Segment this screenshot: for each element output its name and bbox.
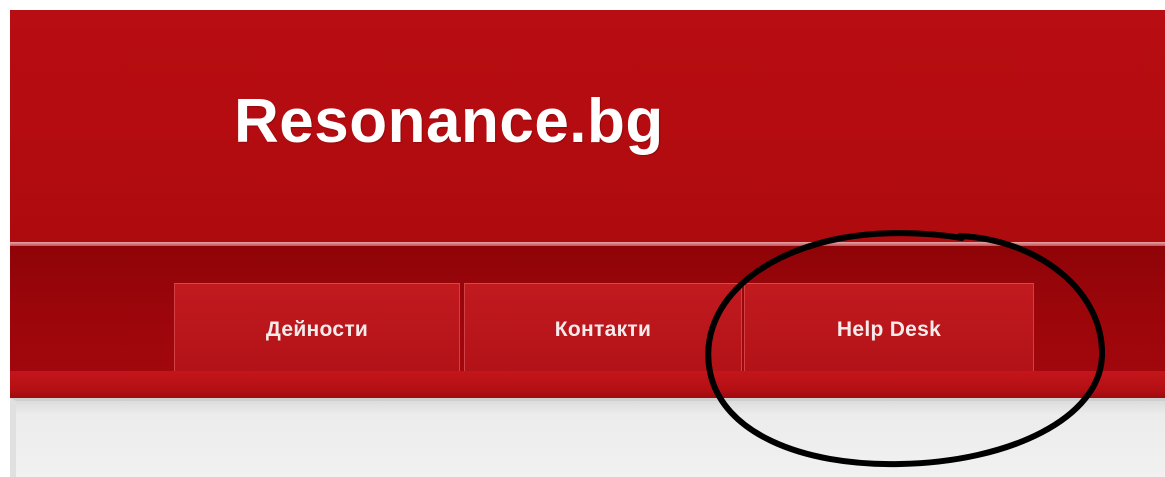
site-header: Resonance.bg <box>10 10 1165 242</box>
content-area <box>10 398 1165 477</box>
nav-tab-label: Контакти <box>554 317 652 341</box>
browser-viewport: Resonance.bg Дейности Контакти Help Desk <box>0 0 1165 477</box>
site-title[interactable]: Resonance.bg <box>234 91 664 153</box>
nav-bottom-strip <box>10 371 1165 398</box>
nav-tab-help-desk[interactable]: Help Desk <box>744 283 1034 375</box>
nav-tab-label: Help Desk <box>836 317 942 341</box>
nav-tab-contacts[interactable]: Контакти <box>464 283 742 375</box>
nav-tab-activities[interactable]: Дейности <box>174 283 460 375</box>
nav-tab-label: Дейности <box>265 317 369 341</box>
